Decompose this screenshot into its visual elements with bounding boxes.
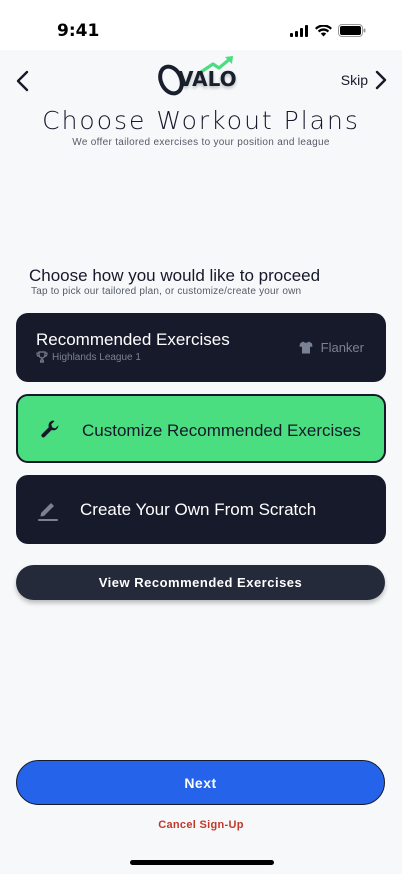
cancel-signup-link[interactable]: Cancel Sign-Up: [0, 819, 402, 831]
back-button[interactable]: [12, 68, 34, 94]
skip-button[interactable]: Skip: [341, 70, 388, 90]
signal-icon: [290, 24, 308, 37]
proceed-subtitle: Tap to pick our tailored plan, or custom…: [31, 286, 302, 297]
league-info: Highlands League 1: [36, 351, 141, 363]
recommended-exercises-option[interactable]: Recommended Exercises Highlands League 1…: [16, 313, 386, 382]
nav-bar: VALO Skip: [0, 50, 402, 110]
view-recommended-button[interactable]: View Recommended Exercises: [16, 565, 385, 600]
chevron-right-icon: [375, 70, 387, 90]
status-icons: [290, 24, 366, 37]
proceed-title: Choose how you would like to proceed: [29, 266, 321, 285]
jersey-icon: [299, 341, 313, 354]
trophy-icon: [36, 351, 48, 363]
skip-label: Skip: [340, 72, 368, 88]
logo-text: VALO: [178, 67, 237, 91]
position-name: Flanker: [320, 340, 364, 355]
customize-exercises-option[interactable]: Customize Recommended Exercises: [16, 394, 386, 463]
chevron-left-icon: [16, 70, 29, 92]
position-info: Flanker: [299, 340, 364, 355]
create-from-scratch-option[interactable]: Create Your Own From Scratch: [16, 475, 386, 544]
pencil-icon: [38, 503, 58, 521]
recommended-title: Recommended Exercises: [36, 330, 230, 349]
battery-icon: [338, 24, 366, 37]
wrench-icon: [41, 420, 59, 438]
league-name: Highlands League 1: [52, 351, 141, 363]
wifi-icon: [315, 24, 332, 36]
status-bar: 9:41: [0, 0, 402, 50]
page-title: Choose Workout Plans: [42, 106, 360, 135]
home-indicator: [130, 860, 274, 865]
scratch-label: Create Your Own From Scratch: [80, 500, 317, 519]
next-button[interactable]: Next: [16, 760, 385, 805]
valo-logo: VALO: [157, 54, 243, 100]
customize-label: Customize Recommended Exercises: [82, 421, 361, 440]
status-time: 9:41: [57, 21, 100, 41]
page-subtitle: We offer tailored exercises to your posi…: [72, 137, 330, 148]
